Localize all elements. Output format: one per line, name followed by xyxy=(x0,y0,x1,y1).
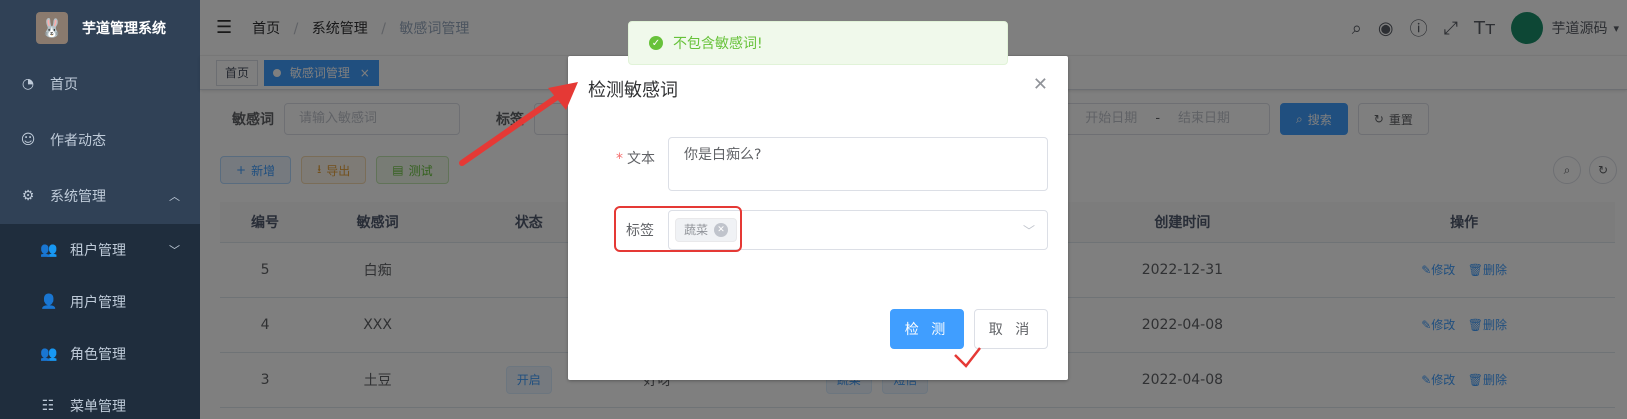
sidebar-item-tenant[interactable]: 👥 租户管理 ﹀ xyxy=(0,224,200,276)
chevron-down-icon: ﹀ xyxy=(169,244,180,257)
sidebar-item-author[interactable]: ☺ 作者动态 xyxy=(0,112,200,168)
required-asterisk: * xyxy=(616,151,623,167)
dashboard-icon: ◔ xyxy=(21,76,35,92)
sidebar-item-label: 作者动态 xyxy=(50,133,106,149)
sidebar-item-home[interactable]: ◔ 首页 xyxy=(0,56,200,112)
dialog-title: 检测敏感词 xyxy=(588,80,678,101)
close-icon[interactable]: ✕ xyxy=(1033,74,1048,95)
text-textarea[interactable]: 你是白痴么? xyxy=(668,137,1048,191)
sidebar-item-user[interactable]: 👤 用户管理 xyxy=(0,276,200,328)
sidebar-item-label: 租户管理 xyxy=(70,243,126,259)
chevron-up-icon: ︿ xyxy=(169,190,180,203)
peoples-icon: 👥 xyxy=(40,242,58,258)
logo-text: 芋道管理系统 xyxy=(82,21,166,37)
chevron-down-icon: ﹀ xyxy=(1022,224,1035,238)
annotation-highlight-box xyxy=(614,206,742,252)
user-icon: 👤 xyxy=(40,294,58,310)
sidebar-item-label: 系统管理 xyxy=(50,189,106,205)
app: 🐰 芋道管理系统 ◔ 首页 ☺ 作者动态 ⚙ 系统管理 ︿ 👥 租户管理 ﹀ 👤… xyxy=(0,0,1627,419)
test-dialog: 检测敏感词 ✕ * 文本 你是白痴么? 标签 蔬菜 ✕ ﹀ 检 测 取 消 xyxy=(568,56,1068,380)
tree-icon: ☷ xyxy=(41,398,55,414)
success-toast: ✓ 不包含敏感词! xyxy=(628,21,1008,65)
sidebar-item-label: 角色管理 xyxy=(70,347,126,363)
sidebar-item-label: 首页 xyxy=(50,77,78,93)
sidebar-item-label: 菜单管理 xyxy=(70,399,126,415)
sidebar: 🐰 芋道管理系统 ◔ 首页 ☺ 作者动态 ⚙ 系统管理 ︿ 👥 租户管理 ﹀ 👤… xyxy=(0,0,200,419)
toast-message: 不包含敏感词! xyxy=(673,36,763,52)
gear-icon: ⚙ xyxy=(21,188,35,204)
people-icon: ☺ xyxy=(20,132,36,148)
logo[interactable]: 🐰 芋道管理系统 xyxy=(0,0,200,56)
logo-image: 🐰 xyxy=(36,12,68,44)
text-label: 文本 xyxy=(627,151,655,167)
detect-button[interactable]: 检 测 xyxy=(890,309,964,349)
cancel-button[interactable]: 取 消 xyxy=(974,309,1048,349)
text-field-label: * 文本 xyxy=(616,148,655,168)
check-circle-icon: ✓ xyxy=(649,36,663,50)
sidebar-item-menu[interactable]: ☷ 菜单管理 xyxy=(0,380,200,419)
sidebar-item-label: 用户管理 xyxy=(70,295,126,311)
submenu-system: 👥 租户管理 ﹀ 👤 用户管理 👥 角色管理 ☷ 菜单管理 xyxy=(0,224,200,419)
sidebar-item-system[interactable]: ⚙ 系统管理 ︿ xyxy=(0,168,200,224)
peoples-icon: 👥 xyxy=(40,346,58,362)
sidebar-item-role[interactable]: 👥 角色管理 xyxy=(0,328,200,380)
